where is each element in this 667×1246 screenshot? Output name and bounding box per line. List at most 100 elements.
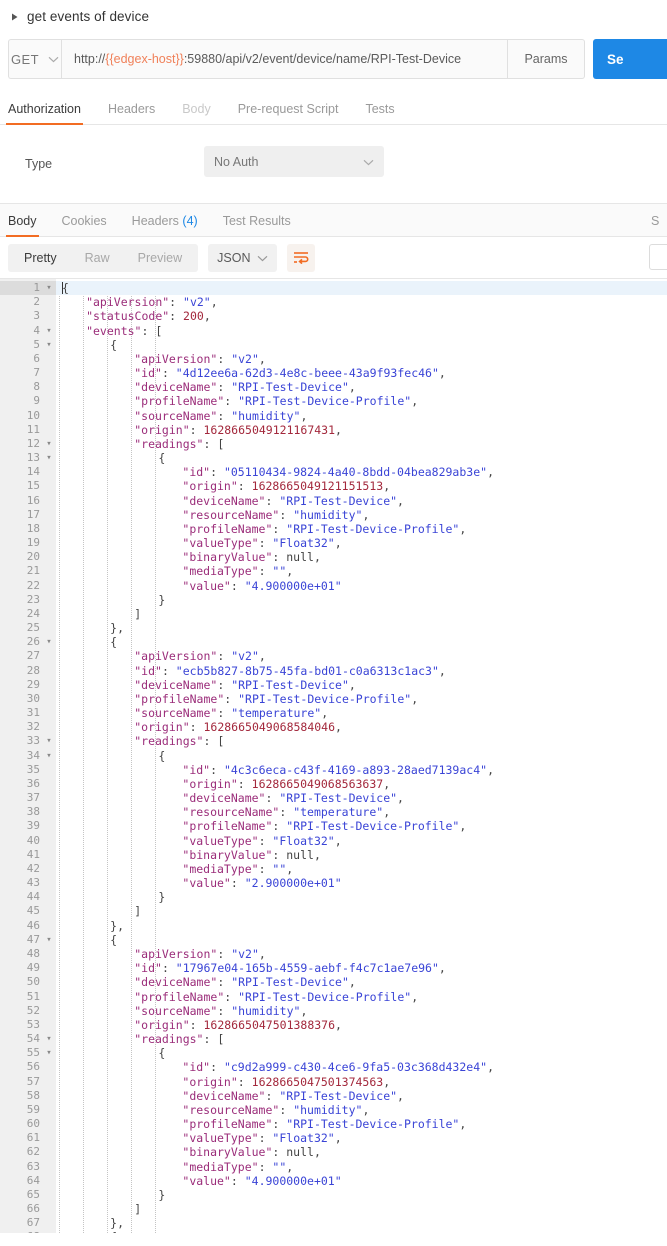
search-input[interactable] — [649, 244, 667, 270]
format-select[interactable]: JSON — [208, 243, 278, 272]
code-token: : — [272, 1117, 287, 1132]
line-number: 1 — [33, 281, 40, 294]
response-tab-test-results[interactable]: Test Results — [223, 214, 291, 236]
url-input[interactable]: http://{{edgex-host}}:59880/api/v2/event… — [61, 39, 508, 79]
code-token: "apiVersion" — [134, 351, 218, 366]
tab-headers[interactable]: Headers — [108, 102, 155, 124]
code-line: }, — [56, 919, 124, 933]
code-token: , — [362, 507, 370, 522]
json-response-editor[interactable]: 1 ▾ {2 "apiVersion": "v2", 3 "statusCode": 20… — [0, 279, 667, 1233]
word-wrap-icon[interactable] — [287, 243, 316, 272]
code-line: { — [56, 1230, 117, 1233]
code-token: "valueType" — [182, 536, 259, 551]
code-token: "binaryValue" — [182, 1145, 273, 1160]
code-token: , — [487, 465, 494, 480]
code-token: "4c3c6eca-c43f-4169-a893-28aed7139ac4" — [223, 762, 488, 777]
response-tab-headers[interactable]: Headers (4) — [132, 214, 198, 236]
fold-toggle-icon[interactable]: ▾ — [44, 324, 54, 338]
code-token: { — [110, 635, 118, 650]
code-token: : — [161, 366, 176, 381]
code-token: : — [189, 1017, 204, 1032]
code-line: "deviceName": "RPI-Test-Device", — [56, 678, 356, 692]
code-token: "RPI-Test-Device-Profile" — [286, 521, 460, 536]
fold-toggle-icon[interactable]: ▾ — [44, 1032, 54, 1046]
code-line: "apiVersion": "v2", — [56, 352, 266, 366]
fold-toggle-icon[interactable]: ▾ — [44, 635, 54, 649]
code-token: "mediaType" — [182, 861, 259, 876]
code-token: "Float32" — [272, 536, 335, 551]
tab-tests[interactable]: Tests — [365, 102, 394, 124]
request-tabs: Authorization Headers Body Pre-request S… — [0, 92, 667, 125]
line-number: 30 — [26, 691, 40, 705]
code-token: "Float32" — [272, 833, 335, 848]
view-mode-preview[interactable]: Preview — [124, 251, 196, 265]
triangle-right-icon[interactable] — [10, 12, 20, 22]
line-number: 52 — [26, 1003, 40, 1017]
code-token: , — [411, 691, 419, 706]
send-button[interactable]: Se — [593, 39, 667, 79]
fold-toggle-icon[interactable]: ▾ — [44, 437, 54, 451]
fold-toggle-icon[interactable]: ▾ — [44, 338, 54, 352]
fold-toggle-icon[interactable]: ▾ — [44, 1230, 54, 1233]
code-token: "deviceName" — [134, 975, 218, 990]
code-line: "valueType": "Float32", — [56, 1131, 341, 1145]
line-number: 15 — [26, 479, 40, 493]
fold-toggle-icon[interactable]: ▾ — [44, 734, 54, 748]
code-token: "readings" — [134, 1032, 204, 1046]
code-token: "deviceName" — [182, 1088, 266, 1103]
code-line: ] — [56, 904, 141, 918]
auth-type-select[interactable]: No Auth — [204, 146, 384, 177]
code-line: }, — [56, 1216, 124, 1230]
fold-toggle-icon[interactable]: ▾ — [44, 451, 54, 465]
code-token: "resourceName" — [182, 1102, 280, 1117]
code-token: "resourceName" — [182, 507, 280, 522]
tab-body[interactable]: Body — [182, 102, 211, 124]
code-line: "apiVersion": "v2", — [56, 947, 266, 961]
code-line: "binaryValue": null, — [56, 848, 320, 862]
code-token: "temperature" — [231, 706, 322, 721]
code-token: "mediaType" — [182, 564, 259, 579]
fold-toggle-icon[interactable]: ▾ — [44, 281, 54, 295]
response-body-toolbar: Pretty Raw Preview JSON — [0, 237, 667, 279]
line-number: 22 — [26, 578, 40, 592]
fold-toggle-icon[interactable]: ▾ — [44, 749, 54, 763]
params-button[interactable]: Params — [508, 39, 585, 79]
code-token: : — [265, 1088, 280, 1103]
fold-toggle-icon[interactable]: ▾ — [44, 933, 54, 947]
view-mode-raw[interactable]: Raw — [71, 251, 124, 265]
line-number: 3 — [33, 309, 40, 323]
code-line: ] — [56, 1202, 141, 1216]
code-token: : — [189, 720, 204, 735]
code-token: "sourceName" — [134, 408, 218, 423]
line-number: 38 — [26, 805, 40, 819]
line-number: 67 — [26, 1216, 40, 1230]
tab-authorization[interactable]: Authorization — [6, 102, 83, 125]
code-token: : — [217, 975, 232, 990]
response-tab-body[interactable]: Body — [6, 214, 38, 237]
line-number: 64 — [26, 1173, 40, 1187]
code-line: "id": "17967e04-165b-4559-aebf-f4c7c1ae7… — [56, 961, 446, 975]
method-selector[interactable]: GET — [8, 39, 61, 79]
code-line: "valueType": "Float32", — [56, 833, 341, 848]
code-token: , — [300, 408, 308, 423]
code-token: "origin" — [134, 720, 190, 735]
line-number: 43 — [26, 876, 40, 890]
code-token: "05110434-9824-4a40-8bdd-04bea829ab3e" — [223, 465, 488, 480]
code-token: : — [265, 493, 280, 508]
fold-toggle-icon[interactable]: ▾ — [44, 1046, 54, 1060]
code-token: : — [265, 791, 280, 806]
code-token: { — [158, 748, 166, 763]
tab-pre-request-script[interactable]: Pre-request Script — [238, 102, 339, 124]
view-mode-pretty[interactable]: Pretty — [10, 251, 71, 265]
code-token: , — [348, 677, 356, 692]
code-line: "sourceName": "humidity", — [56, 409, 307, 423]
code-line: "sourceName": "temperature", — [56, 706, 328, 720]
line-number: 46 — [26, 918, 40, 932]
code-token: , — [258, 649, 266, 664]
code-token: "valueType" — [182, 833, 259, 848]
line-number: 63 — [26, 1159, 40, 1173]
code-line: "resourceName": "humidity", — [56, 1103, 369, 1117]
code-token: : — [217, 408, 232, 423]
response-tab-cookies[interactable]: Cookies — [62, 214, 107, 236]
line-number: 4 — [33, 323, 40, 337]
